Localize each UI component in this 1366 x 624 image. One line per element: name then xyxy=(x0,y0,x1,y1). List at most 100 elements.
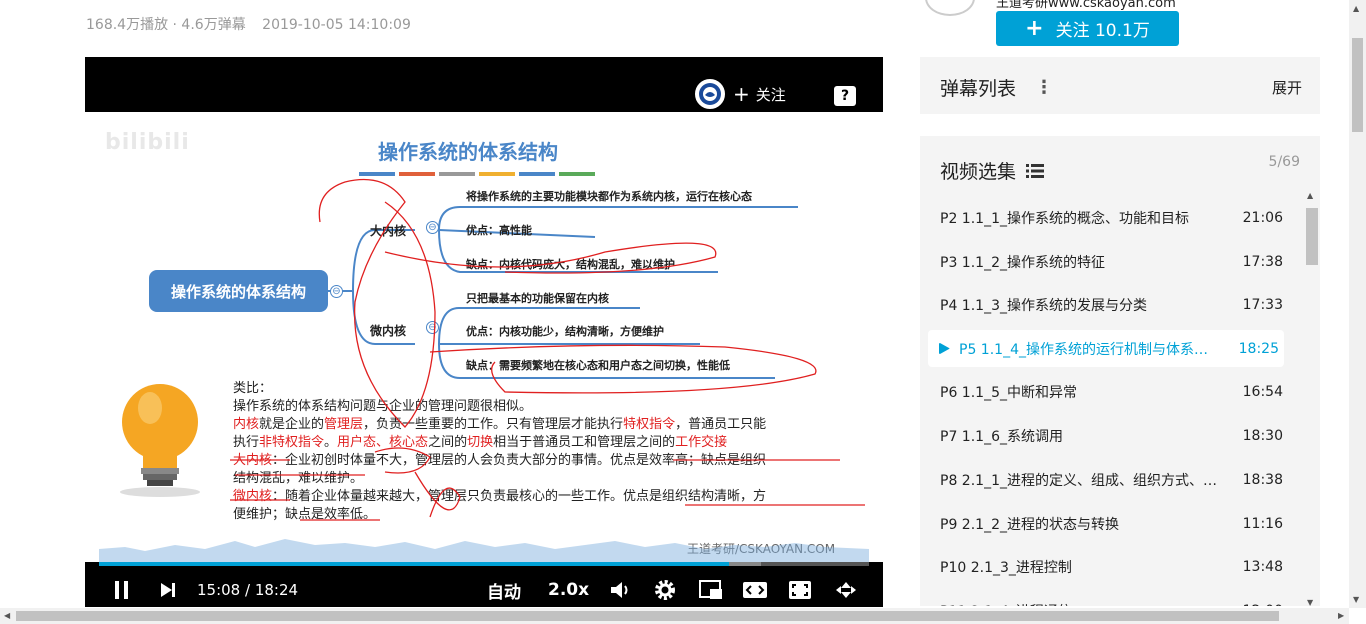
more-menu-icon[interactable]: ⋮ xyxy=(1035,77,1053,98)
leaf-big-1: 将操作系统的主要功能模块都作为系统内核，运行在核心态 xyxy=(466,190,752,203)
analogy-line: 内核就是企业的管理层，负责一些重要的工作。只有管理层才能执行特权指令，普通员工只… xyxy=(233,417,767,432)
analogy-line: 操作系统的体系结构问题与企业的管理问题很相似。 xyxy=(233,399,533,414)
time-display: 15:08 / 18:24 xyxy=(197,581,299,599)
analogy-line: 大内核：企业初创时体量不大，管理层的人会负责大部分的事情。优点是效率高；缺点是组… xyxy=(233,453,767,468)
help-button[interactable]: ? xyxy=(834,86,856,106)
slide-content: bilibili 操作系统的体系结构 操作系统的体系结构 ⊖ 大内核 ⊖ 微内核… xyxy=(85,112,883,562)
episode-item[interactable]: P11 2.1_4_进程通信 12:00 xyxy=(920,589,1300,606)
episode-label: P2 1.1_1_操作系统的概念、功能和目标 xyxy=(940,210,1189,227)
episode-label: P7 1.1_6_系统调用 xyxy=(940,429,1063,446)
lightbulb-icon xyxy=(120,384,200,497)
playing-icon xyxy=(939,343,950,355)
next-icon xyxy=(161,583,175,597)
uploader-name[interactable]: 王道考研www.cskaoyan.com xyxy=(996,0,1176,11)
page-scroll-down-icon[interactable]: ▼ xyxy=(1353,595,1359,604)
episode-duration: 18:38 xyxy=(1242,471,1283,488)
episode-duration: 18:25 xyxy=(1238,340,1279,357)
page-scroll-up-icon[interactable]: ▲ xyxy=(1353,4,1359,13)
analogy-line: 类比： xyxy=(233,381,273,396)
episode-item[interactable]: P10 2.1_3_进程控制 13:48 xyxy=(920,546,1300,590)
episode-item[interactable]: P7 1.1_6_系统调用 18:30 xyxy=(920,414,1300,458)
video-player[interactable]: + 关注 ? bilibili 操作系统的体系结构 操作系统的体系结构 ⊖ 大内… xyxy=(85,57,883,607)
player-follow-button[interactable]: + 关注 xyxy=(695,79,786,109)
leaf-big-3: 缺点：内核代码庞大，结构混乱，难以维护 xyxy=(466,258,675,271)
episode-item[interactable]: P8 2.1_1_进程的定义、组成、组织方式、特征 18:38 xyxy=(920,458,1300,502)
pause-button[interactable] xyxy=(113,578,131,602)
episode-item[interactable]: P2 1.1_1_操作系统的概念、功能和目标 21:06 xyxy=(920,196,1300,240)
webfullscreen-button[interactable] xyxy=(788,578,812,602)
web-fullscreen-icon xyxy=(789,581,811,599)
high-energy-waveform xyxy=(99,539,869,562)
player-topbar: + 关注 ? xyxy=(85,57,883,112)
progress-bar[interactable] xyxy=(99,562,869,566)
episode-label: P3 1.1_2_操作系统的特征 xyxy=(940,254,1105,271)
episode-label: P4 1.1_3_操作系统的发展与分类 xyxy=(940,298,1147,315)
episode-duration: 16:54 xyxy=(1242,384,1283,401)
episode-panel: 视频选集 5/69 P2 1.1_1_操作系统的概念、功能和目标 21:06 P3 … xyxy=(920,136,1320,606)
follow-button-label: 关注 10.1万 xyxy=(1055,21,1150,41)
episode-item[interactable]: P3 1.1_2_操作系统的特征 17:38 xyxy=(920,240,1300,284)
pause-icon xyxy=(115,581,128,599)
plus-icon: + xyxy=(1025,16,1044,41)
quality-selector[interactable]: 自动 xyxy=(487,578,521,603)
avatar[interactable] xyxy=(925,0,975,16)
node-micro-kernel: 微内核 xyxy=(370,324,407,338)
episode-label: P5 1.1_4_操作系统的运行机制与体系结构 xyxy=(959,341,1221,358)
h-scroll-thumb[interactable] xyxy=(16,611,1279,621)
page-scroll-right-icon[interactable]: ▶ xyxy=(1338,611,1344,620)
node-big-kernel: 大内核 xyxy=(370,224,407,238)
episode-label: P10 2.1_3_进程控制 xyxy=(940,560,1072,577)
pip-button[interactable] xyxy=(698,578,724,602)
danmaku-list-panel: 弹幕列表 ⋮ 展开 xyxy=(920,57,1320,114)
fullscreen-icon xyxy=(836,582,856,598)
follow-label: 关注 xyxy=(755,85,786,104)
episode-count: 5/69 xyxy=(1268,154,1300,170)
analogy-line: 微内核：随着企业体量越来越大，管理层只负责最核心的一些工作。优点是组织结构清晰，… xyxy=(233,489,767,504)
follow-plus: + xyxy=(733,82,750,106)
episode-duration: 17:38 xyxy=(1242,253,1283,270)
episode-duration: 13:48 xyxy=(1242,559,1283,576)
scroll-up-icon[interactable]: ▲ xyxy=(1307,191,1313,200)
play-danmaku-count: 168.4万播放 · 4.6万弹幕 xyxy=(86,17,246,33)
episode-item[interactable]: P4 1.1_3_操作系统的发展与分类 17:33 xyxy=(920,284,1300,328)
leaf-micro-3: 缺点：需要频繁地在核心态和用户态之间切换，性能低 xyxy=(466,359,730,372)
episode-list: P2 1.1_1_操作系统的概念、功能和目标 21:06 P3 1.1_2_操作系统… xyxy=(920,196,1300,606)
episode-scroll-thumb[interactable] xyxy=(1306,208,1318,265)
collapse-icon: ⊖ xyxy=(330,285,343,298)
episode-label: P6 1.1_5_中断和异常 xyxy=(940,385,1077,402)
next-button[interactable] xyxy=(159,578,177,602)
gear-icon xyxy=(655,580,675,600)
publish-date: 2019-10-05 14:10:09 xyxy=(262,17,411,33)
episode-item[interactable]: P5 1.1_4_操作系统的运行机制与体系结构 18:25 xyxy=(928,330,1284,368)
scroll-down-icon[interactable]: ▼ xyxy=(1307,598,1313,607)
analogy-line: 执行非特权指令。用户态、核心态之间的切换相当于普通员工和管理层之间的工作交接 xyxy=(233,435,728,450)
episode-item[interactable]: P6 1.1_5_中断和异常 16:54 xyxy=(920,370,1300,414)
episode-title-label: 视频选集 xyxy=(940,161,1017,183)
mindmap-root: 操作系统的体系结构 xyxy=(149,270,328,312)
collapse-icon: ⊖ xyxy=(426,321,439,334)
analogy-line: 便维护；缺点是效率低。 xyxy=(233,507,377,522)
episode-duration: 11:16 xyxy=(1242,515,1283,532)
follow-button[interactable]: + 关注 10.1万 xyxy=(996,11,1179,46)
player-controls: 15:08 / 18:24 自动 2.0x xyxy=(85,569,883,607)
volume-button[interactable] xyxy=(609,578,633,602)
expand-button[interactable]: 展开 xyxy=(1272,77,1302,98)
danmaku-title: 弹幕列表 xyxy=(940,78,1017,100)
episode-label: P8 2.1_1_进程的定义、组成、组织方式、特征 xyxy=(940,472,1230,489)
leaf-micro-2: 优点：内核功能少，结构清晰，方便维护 xyxy=(466,325,664,338)
widescreen-icon xyxy=(743,582,767,598)
fullscreen-button[interactable] xyxy=(833,578,859,602)
page-scroll-left-icon[interactable]: ◀ xyxy=(4,611,10,620)
episode-duration: 21:06 xyxy=(1242,209,1283,226)
page-scroll-thumb[interactable] xyxy=(1352,38,1363,132)
collapse-icon: ⊖ xyxy=(426,221,439,234)
volume-icon xyxy=(611,582,628,598)
settings-button[interactable] xyxy=(653,578,677,602)
widescreen-button[interactable] xyxy=(742,578,768,602)
list-icon[interactable] xyxy=(1026,163,1045,178)
episode-item[interactable]: P9 2.1_2_进程的状态与转换 11:16 xyxy=(920,502,1300,546)
episode-title: 视频选集 xyxy=(940,157,1045,184)
speed-selector[interactable]: 2.0x xyxy=(548,578,589,602)
episode-duration: 17:33 xyxy=(1242,297,1283,314)
episode-label: P11 2.1_4_进程通信 xyxy=(940,601,1230,606)
